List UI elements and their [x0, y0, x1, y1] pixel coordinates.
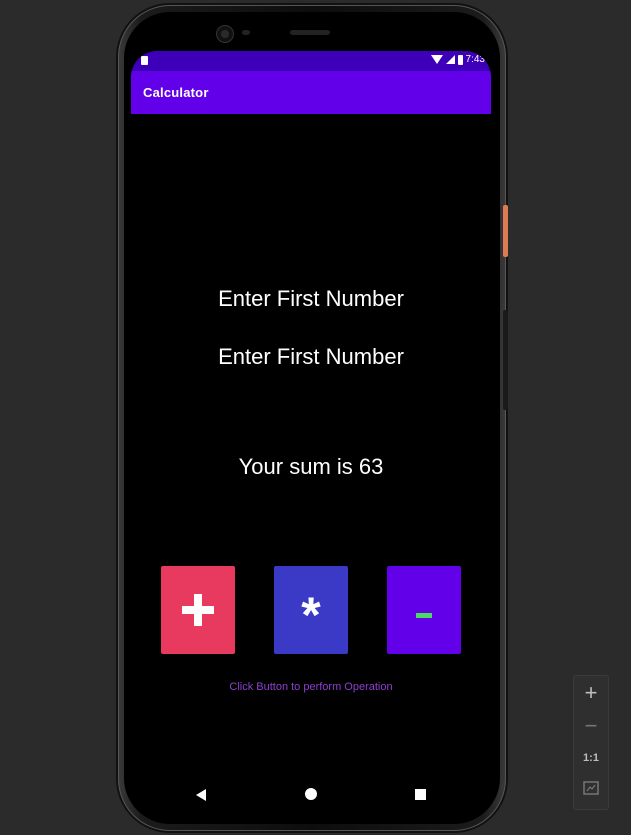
app-title: Calculator — [143, 85, 209, 100]
zoom-out-button[interactable]: − — [574, 713, 608, 739]
fit-screen-icon — [583, 781, 599, 795]
multiply-label: * — [301, 587, 321, 643]
zoom-in-button[interactable]: + — [574, 680, 608, 706]
front-camera-icon — [216, 25, 234, 43]
recents-icon[interactable] — [415, 789, 426, 800]
status-time: 7:43 — [465, 54, 485, 65]
status-bar: 7:43 — [131, 51, 491, 71]
earpiece-speaker — [290, 30, 330, 35]
first-number-field[interactable]: Enter First Number — [131, 286, 491, 312]
plus-icon — [182, 594, 214, 626]
navigation-bar — [131, 781, 491, 811]
wifi-icon — [430, 55, 443, 64]
second-number-field[interactable]: Enter First Number — [131, 344, 491, 370]
power-button[interactable] — [503, 205, 508, 257]
battery-icon — [457, 54, 463, 65]
status-icons: 7:43 — [430, 54, 485, 65]
device-screen: 7:43 Calculator Enter First Number Enter… — [131, 51, 491, 811]
zoom-controls: + − 1:1 — [573, 675, 609, 810]
result-text: Your sum is 63 — [238, 454, 384, 479]
signal-icon — [445, 55, 455, 64]
app-bar: Calculator — [131, 71, 491, 114]
instruction-hint: Click Button to perform Operation — [229, 681, 393, 693]
subtract-button[interactable] — [387, 566, 461, 654]
actual-size-button[interactable]: 1:1 — [574, 752, 608, 764]
minus-icon — [416, 612, 432, 618]
add-button[interactable] — [161, 566, 235, 654]
volume-button[interactable] — [503, 310, 508, 410]
fit-screen-button[interactable] — [574, 781, 608, 800]
back-icon[interactable] — [196, 789, 206, 801]
multiply-button[interactable]: * — [274, 566, 348, 654]
notification-icon — [141, 56, 148, 65]
sensor-icon — [242, 30, 250, 35]
home-icon[interactable] — [305, 788, 317, 800]
